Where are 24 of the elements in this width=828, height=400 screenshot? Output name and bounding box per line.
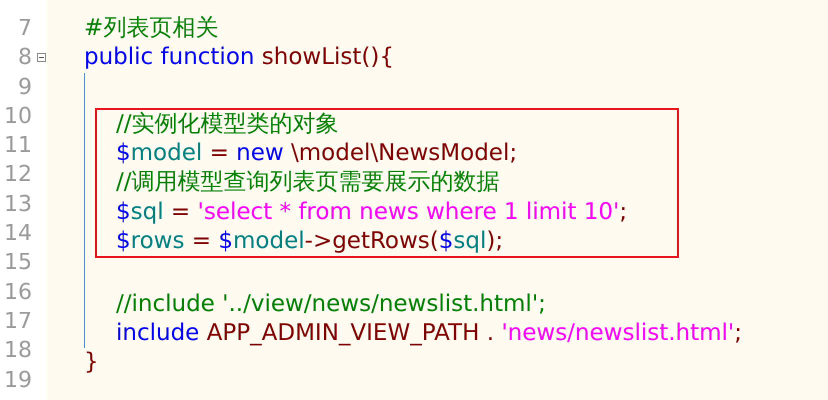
line-number: 17	[3, 308, 32, 336]
line-number: 7	[17, 15, 32, 43]
code-line: //调用模型查询列表页需要展示的数据	[116, 168, 500, 198]
code-line: //include '../view/news/newslist.html';	[116, 290, 546, 319]
line-number: 8	[17, 44, 32, 72]
code-line: $model = new \model\NewsModel;	[116, 139, 518, 168]
code-line: //实例化模型类的对象	[116, 110, 338, 139]
line-number: 11	[3, 132, 32, 160]
collapse-icon[interactable]	[37, 53, 46, 62]
code-line: include APP_ADMIN_VIEW_PATH . 'news/newslist.html';	[116, 318, 742, 348]
code-line: }	[84, 348, 99, 378]
line-number: 14	[3, 220, 32, 248]
line-number: 9	[17, 74, 32, 102]
code-line: public function showList(){	[84, 43, 394, 72]
code-line: $sql = 'select * from news where 1 limit 10';	[116, 198, 628, 227]
line-number: 13	[3, 190, 32, 219]
code-line: $rows = $model->getRows($sql);	[116, 227, 504, 256]
code-line: #列表页相关	[84, 14, 218, 43]
line-number: 10	[3, 102, 32, 131]
line-number: 19	[3, 366, 32, 395]
line-number: 15	[3, 249, 32, 278]
line-number: 12	[3, 161, 32, 190]
line-number: 18	[3, 337, 32, 366]
line-number: 16	[3, 278, 32, 307]
